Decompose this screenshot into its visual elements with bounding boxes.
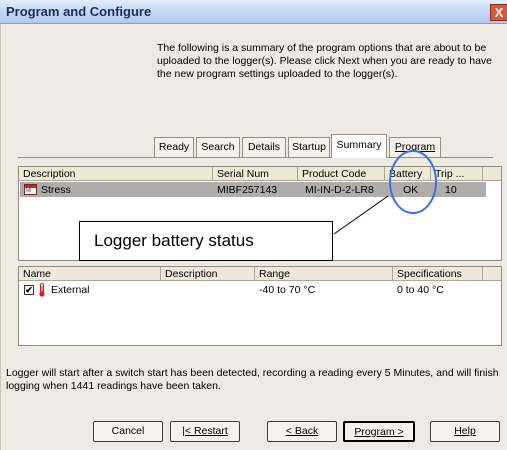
tab-search[interactable]: Search <box>196 137 240 157</box>
col-range[interactable]: Range <box>255 267 393 281</box>
cell-trip: 10 <box>445 184 457 196</box>
col-channel-description[interactable]: Description <box>161 267 255 281</box>
program-button[interactable]: Program > <box>343 421 415 442</box>
channel-list[interactable]: Name Description Range Specifications ✔ … <box>18 266 502 346</box>
window-border <box>0 24 1 450</box>
tab-startup[interactable]: Startup <box>288 137 330 157</box>
program-button-label: Program > <box>354 426 404 438</box>
back-button[interactable]: < Back <box>267 421 337 442</box>
restart-button[interactable]: |< Restart <box>170 421 240 442</box>
battery-highlight-ellipse <box>389 150 437 214</box>
close-button[interactable]: X <box>490 4 507 21</box>
logger-icon: MI <box>24 184 37 195</box>
intro-text: The following is a summary of the progra… <box>157 42 493 80</box>
callout-text: Logger battery status <box>94 231 254 250</box>
tab-details[interactable]: Details <box>242 137 286 157</box>
callout-box: Logger battery status <box>79 221 333 261</box>
cell-description: Stress <box>41 184 71 196</box>
schedule-summary-text: Logger will start after a switch start h… <box>6 367 499 392</box>
col-name[interactable]: Name <box>19 267 161 281</box>
window-title: Program and Configure <box>6 4 152 19</box>
cancel-button[interactable]: Cancel <box>93 421 163 442</box>
help-button[interactable]: Help <box>430 421 500 442</box>
col-serial-num[interactable]: Serial Num <box>213 167 298 181</box>
thermometer-icon <box>39 283 45 297</box>
channel-checkbox[interactable]: ✔ <box>24 285 34 295</box>
back-button-label: < Back <box>285 425 319 437</box>
callout-pointer <box>333 195 389 235</box>
cell-channel-name: External <box>51 284 90 296</box>
cell-range: -40 to 70 °C <box>259 284 316 296</box>
channel-list-header: Name Description Range Specifications <box>19 267 501 281</box>
tab-ready[interactable]: Ready <box>154 137 194 157</box>
col-specifications[interactable]: Specifications <box>393 267 483 281</box>
help-button-label: Help <box>454 425 476 437</box>
restart-button-label: |< Restart <box>182 425 228 437</box>
cell-serial: MIBF257143 <box>217 184 278 196</box>
cell-specifications: 0 to 40 °C <box>397 284 444 296</box>
col-product-code[interactable]: Product Code <box>298 167 385 181</box>
tab-summary[interactable]: Summary <box>331 134 387 158</box>
col-description[interactable]: Description <box>19 167 213 181</box>
